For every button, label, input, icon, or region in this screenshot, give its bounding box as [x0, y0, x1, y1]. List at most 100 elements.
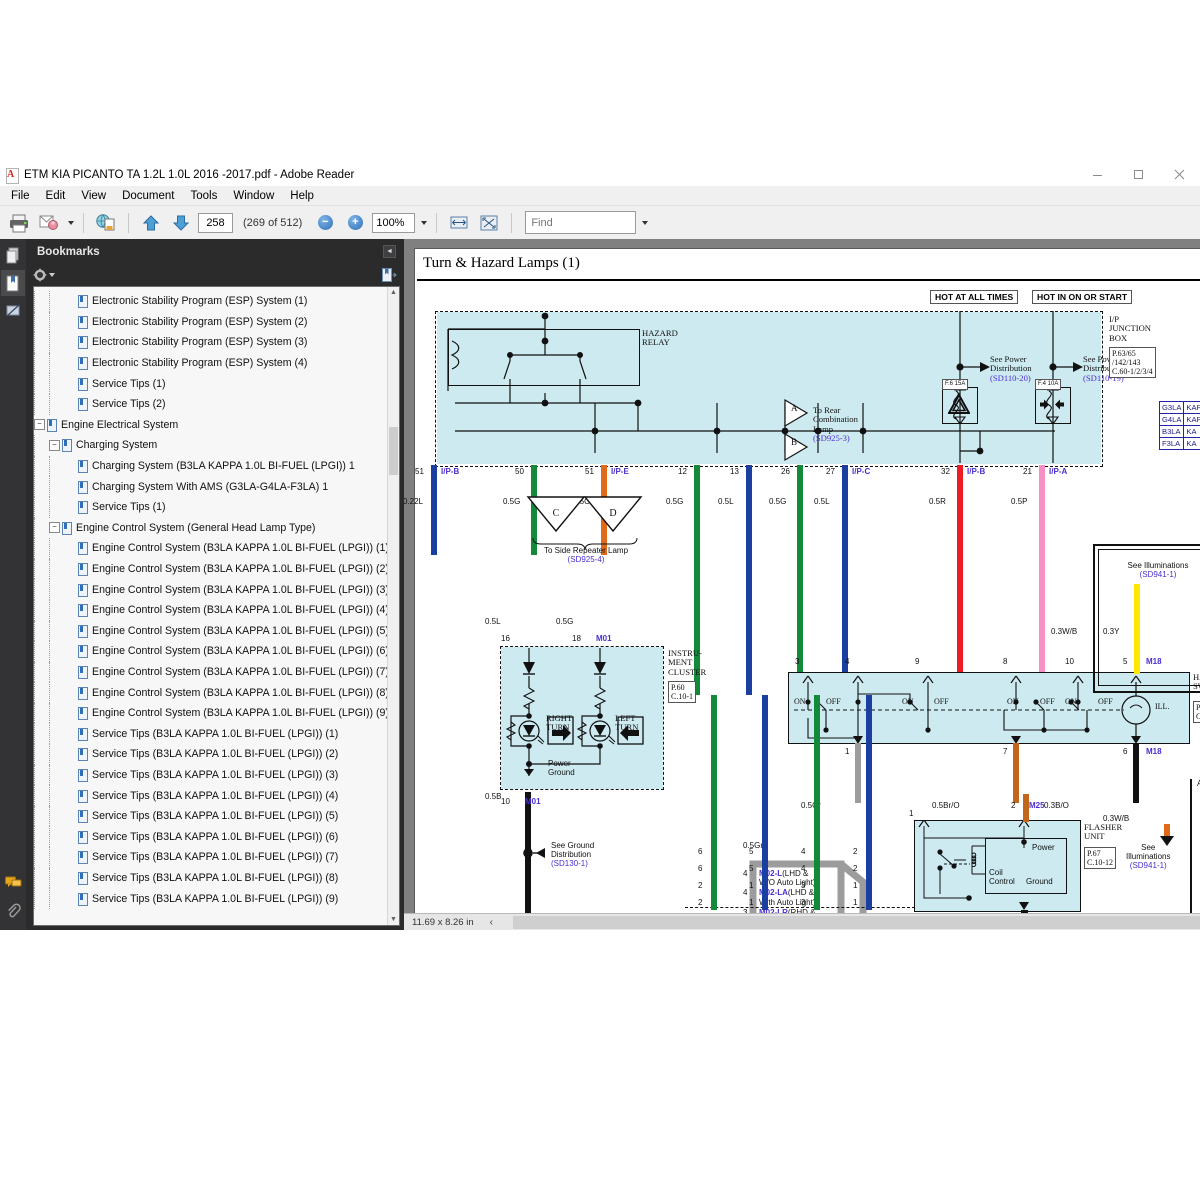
- find-input[interactable]: [525, 211, 637, 234]
- horizontal-scroll-track[interactable]: [512, 915, 1200, 929]
- bookmark-item[interactable]: Electronic Stability Program (ESP) Syste…: [34, 332, 399, 353]
- tree-toggle[interactable]: −: [34, 419, 45, 431]
- bookmark-item[interactable]: Service Tips (B3LA KAPPA 1.0L BI-FUEL (L…: [34, 867, 399, 889]
- page-right-vline: [1190, 779, 1192, 919]
- wire-connector-id: I/P-E: [611, 467, 629, 476]
- bookmark-item[interactable]: − Engine Control System (General Head Lam…: [34, 517, 399, 539]
- bookmark-item[interactable]: Electronic Stability Program (ESP) Syste…: [34, 352, 399, 374]
- bookmark-item[interactable]: Engine Control System (B3LA KAPPA 1.0L B…: [34, 538, 399, 559]
- fit-width-button[interactable]: [446, 210, 472, 236]
- fuse-4-label: F.4 10A: [1035, 379, 1062, 391]
- email-dropdown-caret[interactable]: [68, 220, 74, 225]
- bookmark-page-icon: [62, 439, 72, 453]
- page-thumbnails-icon[interactable]: [1, 242, 25, 268]
- bookmark-item[interactable]: Service Tips (B3LA KAPPA 1.0L BI-FUEL (L…: [34, 785, 399, 806]
- bookmark-item[interactable]: Service Tips (B3LA KAPPA 1.0L BI-FUEL (L…: [34, 744, 399, 765]
- bookmark-options-button[interactable]: [33, 268, 55, 282]
- menu-help[interactable]: Help: [282, 188, 322, 204]
- menu-view[interactable]: View: [73, 188, 114, 204]
- bookmark-item[interactable]: Electronic Stability Program (ESP) Syste…: [34, 311, 399, 333]
- menu-tools[interactable]: Tools: [183, 188, 226, 204]
- hazard-warning-symbol: [948, 393, 970, 414]
- expand-bookmarks-button[interactable]: [382, 268, 397, 282]
- minimize-button[interactable]: [1077, 163, 1118, 186]
- bookmark-item[interactable]: Engine Control System (B3LA KAPPA 1.0L B…: [34, 558, 399, 580]
- menu-file[interactable]: File: [3, 188, 38, 204]
- bookmark-item[interactable]: Service Tips (B3LA KAPPA 1.0L BI-FUEL (L…: [34, 888, 399, 909]
- bookmark-page-icon: [78, 336, 88, 350]
- zoom-dropdown-caret[interactable]: [421, 220, 428, 225]
- find-dropdown-caret[interactable]: [642, 220, 649, 225]
- bookmark-item[interactable]: − Engine Electrical System: [34, 415, 399, 436]
- bookmark-page-icon: [78, 727, 88, 741]
- bookmarks-scrollbar[interactable]: ▲ ▼: [387, 287, 399, 925]
- bookmark-item[interactable]: Engine Control System (B3LA KAPPA 1.0L B…: [34, 661, 399, 683]
- tree-guide: [49, 847, 67, 868]
- scrollbar-thumb[interactable]: [389, 427, 398, 475]
- bookmarks-panel-header: Bookmarks ◄: [26, 239, 404, 264]
- bookmark-label: Service Tips (B3LA KAPPA 1.0L BI-FUEL (L…: [92, 892, 339, 905]
- bookmark-item[interactable]: Service Tips (1): [34, 373, 399, 394]
- bookmark-item[interactable]: Service Tips (B3LA KAPPA 1.0L BI-FUEL (L…: [34, 723, 399, 745]
- switch-connector-id: M18: [1146, 657, 1162, 666]
- attachments-icon[interactable]: [1, 898, 25, 924]
- zoom-out-button[interactable]: −: [312, 210, 338, 236]
- bookmark-item[interactable]: Service Tips (B3LA KAPPA 1.0L BI-FUEL (L…: [34, 826, 399, 848]
- turn-arrows-symbol: [1040, 399, 1064, 410]
- save-copy-button[interactable]: [93, 210, 119, 236]
- bookmark-item[interactable]: Engine Control System (B3LA KAPPA 1.0L B…: [34, 641, 399, 662]
- zoom-in-button[interactable]: +: [342, 210, 368, 236]
- bookmark-item[interactable]: Engine Control System (B3LA KAPPA 1.0L B…: [34, 579, 399, 600]
- to-rear-combination-lamp-label: To Rear Combination Lamp (SD925-3): [813, 405, 858, 444]
- bookmark-item[interactable]: Service Tips (B3LA KAPPA 1.0L BI-FUEL (L…: [34, 847, 399, 868]
- wire-connector-id: I/P-C: [852, 467, 871, 476]
- bookmark-item[interactable]: Engine Control System (B3LA KAPPA 1.0L B…: [34, 682, 399, 703]
- bottom-pin-number: 6: [698, 847, 703, 856]
- collapse-panel-button[interactable]: ◄: [383, 245, 396, 258]
- zoom-level-input[interactable]: 100%: [372, 212, 416, 233]
- bookmark-item[interactable]: Engine Control System (B3LA KAPPA 1.0L B…: [34, 702, 399, 724]
- maximize-button[interactable]: [1118, 163, 1159, 186]
- signatures-icon[interactable]: [1, 298, 25, 324]
- bottom-pin-number: 2: [853, 864, 858, 873]
- bookmark-item[interactable]: Engine Control System (B3LA KAPPA 1.0L B…: [34, 599, 399, 621]
- email-button[interactable]: [36, 210, 62, 236]
- bookmark-options-caret[interactable]: [49, 273, 55, 277]
- tree-toggle[interactable]: −: [49, 439, 60, 451]
- switch-bottom-pin-number: 6: [1123, 747, 1128, 756]
- tree-guide: [34, 599, 49, 621]
- model-code-cell: G3LA: [1158, 401, 1185, 414]
- switch-off-1: OFF: [826, 697, 841, 706]
- bookmark-item[interactable]: − Charging System: [34, 435, 399, 456]
- bookmarks-icon[interactable]: [1, 270, 25, 296]
- scroll-up-arrow[interactable]: ▲: [388, 287, 399, 298]
- tree-guide: [49, 579, 67, 600]
- next-page-button[interactable]: [168, 210, 194, 236]
- print-button[interactable]: [6, 210, 32, 236]
- menu-edit[interactable]: Edit: [38, 188, 74, 204]
- page-number-input[interactable]: 258: [198, 212, 233, 233]
- bookmark-item[interactable]: Charging System (B3LA KAPPA 1.0L BI-FUEL…: [34, 455, 399, 477]
- bookmark-item[interactable]: Service Tips (1): [34, 496, 399, 518]
- previous-page-button[interactable]: [138, 210, 164, 236]
- bookmark-item[interactable]: Charging System With AMS (G3LA-G4LA-F3LA…: [34, 476, 399, 497]
- connector-b-label: B: [791, 437, 798, 447]
- bookmark-item[interactable]: Service Tips (B3LA KAPPA 1.0L BI-FUEL (L…: [34, 805, 399, 827]
- tree-toggle[interactable]: −: [49, 522, 60, 534]
- menu-document[interactable]: Document: [114, 188, 182, 204]
- bookmark-item[interactable]: Electronic Stability Program (ESP) Syste…: [34, 291, 399, 312]
- fit-page-button[interactable]: [476, 210, 502, 236]
- status-nav-arrow[interactable]: ‹: [490, 917, 493, 928]
- bookmarks-title: Bookmarks: [37, 245, 100, 258]
- bookmark-item[interactable]: Service Tips (B3LA KAPPA 1.0L BI-FUEL (L…: [34, 764, 399, 786]
- bookmark-item[interactable]: Engine Control System (B3LA KAPPA 1.0L B…: [34, 620, 399, 642]
- comments-icon[interactable]: [1, 870, 25, 896]
- see-ground-distribution-label: See Ground Distribution (SD130-1): [551, 841, 594, 869]
- document-pane[interactable]: Turn & Hazard Lamps (1) HOT AT ALL TIMES…: [404, 239, 1200, 930]
- bookmarks-list[interactable]: Electronic Stability Program (ESP) Syste…: [33, 286, 400, 926]
- close-button[interactable]: [1159, 163, 1200, 186]
- switch-pin-number: 10: [1065, 657, 1074, 666]
- bookmark-item[interactable]: Service Tips (2): [34, 393, 399, 415]
- scroll-down-arrow[interactable]: ▼: [388, 914, 399, 925]
- menu-window[interactable]: Window: [225, 188, 282, 204]
